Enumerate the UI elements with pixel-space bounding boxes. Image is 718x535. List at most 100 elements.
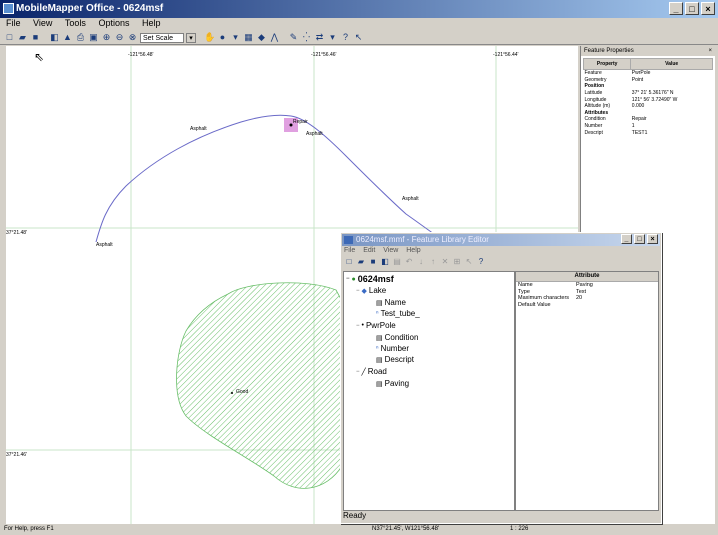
dialog-close-button[interactable]: × [647,234,658,244]
property-value: TEST1 [631,129,648,136]
delete-icon[interactable]: ✕ [440,257,450,267]
open-icon[interactable]: ▰ [356,257,366,267]
print-preview-icon[interactable]: ▣ [88,32,99,43]
table-row[interactable]: Feature PwrPole [584,70,713,77]
tree-item-attribute[interactable]: ▤ Name [376,298,406,307]
dialog-app-icon [344,236,353,244]
maximize-button[interactable]: □ [685,2,699,15]
feature-tree[interactable]: − ● 0624msf − ◆ Lake ▤ Name ⁿ Test_tube_ − • Pwr… [343,271,515,511]
good-point [231,392,233,394]
zoom-in-icon[interactable]: ⊕ [101,32,112,43]
feature-properties-header: Feature Properties × [581,46,715,56]
column-header-value[interactable]: Value [630,58,713,70]
context-help-icon[interactable]: ↖ [353,32,364,43]
help-icon[interactable]: ? [340,32,351,43]
numeric-attribute-icon: ⁿ [376,345,379,352]
numeric-attribute-icon: ⁿ [376,310,379,317]
tree-item-attribute[interactable]: ⁿ Number [376,344,409,353]
dialog-menu-view[interactable]: View [383,247,398,254]
text-attribute-icon: ▤ [376,299,383,307]
upload-icon[interactable]: ▲ [62,32,73,43]
tree-item-attribute[interactable]: ▤ Condition [376,333,418,342]
dialog-menu-edit[interactable]: Edit [363,247,375,254]
table-row[interactable]: Latitude 37° 21' 5.36176" N [584,90,713,97]
menu-file[interactable]: File [6,18,21,28]
save-icon[interactable]: ■ [368,257,378,267]
add-layer-icon[interactable]: ◧ [380,257,390,267]
save-icon[interactable]: ■ [30,32,41,43]
print-icon[interactable]: ⎙ [75,32,86,43]
grid-icon[interactable]: ▦ [243,32,254,43]
help-icon[interactable]: ? [476,257,486,267]
dialog-toolbar: □ ▰ ■ ◧ ▤ ↶ ↓ ↑ ✕ ⊞ ↖ ? [344,257,486,268]
open-folder-icon[interactable]: ▰ [17,32,28,43]
tree-item-pwrpole[interactable]: − • PwrPole [356,321,396,330]
properties-icon[interactable]: ⊞ [452,257,462,267]
table-row[interactable]: Geometry Point [584,77,713,84]
dialog-menu-help[interactable]: Help [406,247,420,254]
attribute-row[interactable]: Default Value [516,302,658,309]
scale-dropdown-icon[interactable]: ▾ [186,32,196,43]
tree-item-lake[interactable]: − ◆ Lake [356,286,386,295]
measure-icon[interactable]: ⋀ [269,32,280,43]
scale-input[interactable]: Set Scale [140,32,184,43]
table-row[interactable]: Longitude 121° 56' 3.72490" W [584,96,713,103]
menu-view[interactable]: View [33,18,52,28]
add-feature-icon[interactable]: ▤ [392,257,402,267]
tree-item-road[interactable]: − ╱ Road [356,367,387,376]
property-key: Geometry [584,76,607,83]
property-value: Point [631,76,644,83]
dialog-menu-file[interactable]: File [344,247,355,254]
table-row[interactable]: Attributes [584,110,713,117]
left-coord-2: 37°21.46' [6,452,28,458]
transfer-icon[interactable]: ⇄ [314,32,325,43]
property-value: 0.000 [631,103,645,110]
tree-root[interactable]: − ● 0624msf [346,274,394,284]
status-bar: For Help, press F1 N37°21.45', W121°56.4… [0,524,718,535]
mouse-pointer-icon: ⇖ [34,50,45,64]
globe-icon[interactable]: ● [217,32,228,43]
column-header-property[interactable]: Property [582,58,632,70]
new-icon[interactable]: □ [344,257,354,267]
top-coord-1: -121°56.48' [128,52,154,58]
property-value: 1 [631,123,635,130]
dialog-maximize-button[interactable]: □ [634,234,645,244]
dialog-minimize-button[interactable]: _ [621,234,632,244]
tree-item-attribute[interactable]: ▤ Descript [376,355,414,364]
feature-icon[interactable]: ◆ [256,32,267,43]
area-icon: ◆ [361,287,367,295]
gps-icon[interactable]: ⁛ [301,32,312,43]
table-row[interactable]: Altitude (m) 0.000 [584,103,713,110]
panel-close-icon[interactable]: × [708,46,712,56]
top-coord-3: -121°56.44' [493,52,519,58]
pan-hand-icon[interactable]: ✋ [204,32,215,43]
zoom-out-icon[interactable]: ⊖ [114,32,125,43]
new-file-icon[interactable]: □ [4,32,15,43]
move-down-icon[interactable]: ↓ [416,257,426,267]
table-row[interactable]: Condition Repair [584,116,713,123]
property-key: Descript [584,129,603,136]
table-row[interactable]: Descript TEST1 [584,129,713,136]
table-row[interactable]: Position [584,83,713,90]
context-help-icon[interactable]: ↖ [464,257,474,267]
property-group: Attributes [584,109,609,116]
dropdown-icon[interactable]: ▾ [230,32,241,43]
property-group: Position [584,83,605,90]
undo-icon[interactable]: ↶ [404,257,414,267]
move-up-icon[interactable]: ↑ [428,257,438,267]
dialog-status-bar: Ready [343,511,367,520]
close-button[interactable]: × [701,2,715,15]
layers-icon[interactable]: ◧ [49,32,60,43]
table-row[interactable]: Number 1 [584,123,713,130]
dialog-title-bar[interactable]: 0624msf.mmf - Feature Library Editor _ □… [342,234,660,246]
pin-icon[interactable]: ✎ [288,32,299,43]
menu-tools[interactable]: Tools [65,18,86,28]
tree-item-attribute[interactable]: ▤ Paving [376,379,409,388]
dropdown-icon-2[interactable]: ▾ [327,32,338,43]
menu-options[interactable]: Options [98,18,129,28]
minimize-button[interactable]: _ [669,2,683,15]
left-coord-1: 37°21.48' [6,230,28,236]
tree-item-attribute[interactable]: ⁿ Test_tube_ [376,309,420,318]
menu-help[interactable]: Help [142,18,161,28]
zoom-extent-icon[interactable]: ⊗ [127,32,138,43]
